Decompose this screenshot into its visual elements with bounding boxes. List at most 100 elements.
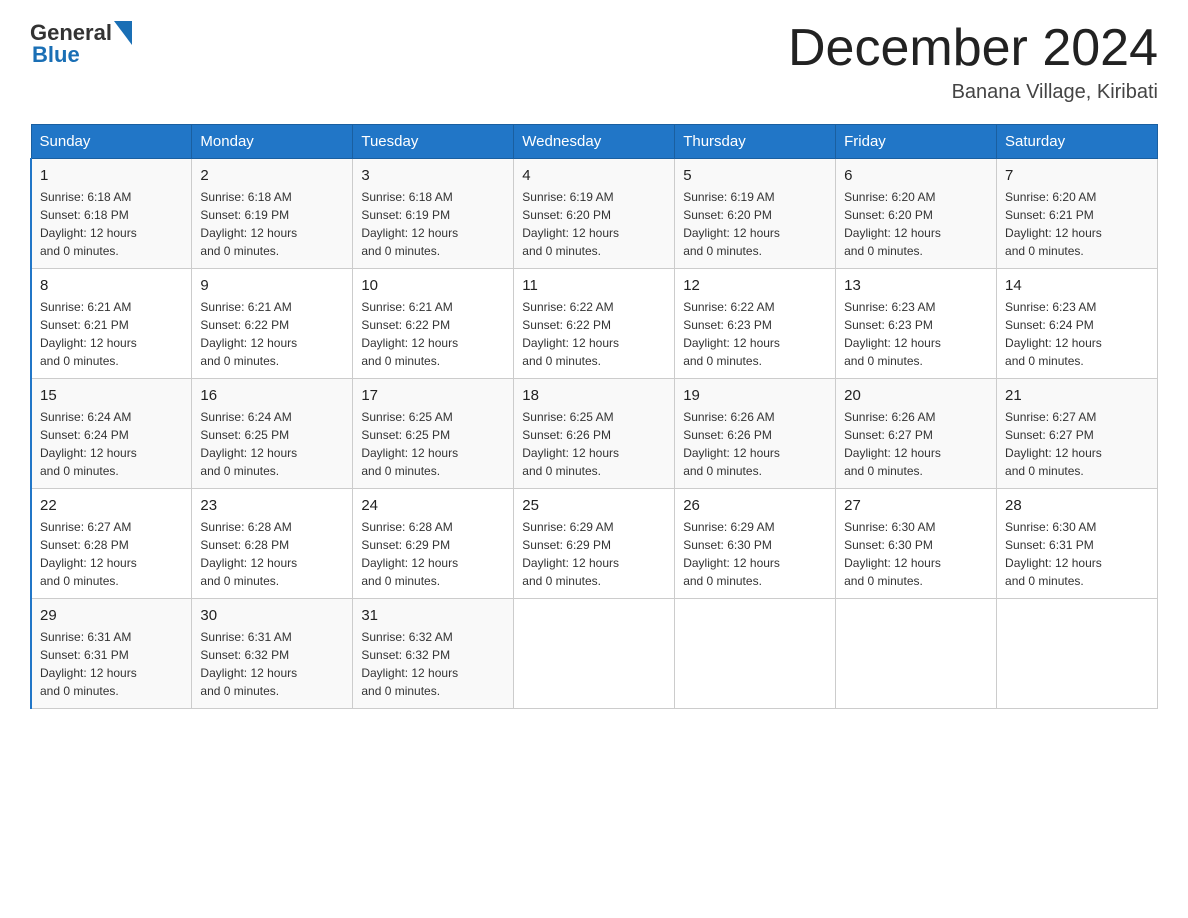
- day-info: Sunrise: 6:19 AMSunset: 6:20 PMDaylight:…: [683, 190, 780, 258]
- day-number: 9: [200, 277, 344, 294]
- day-number: 6: [844, 167, 988, 184]
- calendar-cell: 27 Sunrise: 6:30 AMSunset: 6:30 PMDaylig…: [836, 489, 997, 599]
- location-subtitle: Banana Village, Kiribati: [788, 81, 1158, 104]
- col-tuesday: Tuesday: [353, 125, 514, 159]
- day-info: Sunrise: 6:19 AMSunset: 6:20 PMDaylight:…: [522, 190, 619, 258]
- day-number: 17: [361, 387, 505, 404]
- calendar-cell: 11 Sunrise: 6:22 AMSunset: 6:22 PMDaylig…: [514, 269, 675, 379]
- day-info: Sunrise: 6:23 AMSunset: 6:23 PMDaylight:…: [844, 300, 941, 368]
- calendar-cell: 23 Sunrise: 6:28 AMSunset: 6:28 PMDaylig…: [192, 489, 353, 599]
- calendar-cell: 3 Sunrise: 6:18 AMSunset: 6:19 PMDayligh…: [353, 159, 514, 269]
- calendar-cell: 10 Sunrise: 6:21 AMSunset: 6:22 PMDaylig…: [353, 269, 514, 379]
- calendar-cell: 29 Sunrise: 6:31 AMSunset: 6:31 PMDaylig…: [31, 599, 192, 709]
- day-info: Sunrise: 6:24 AMSunset: 6:25 PMDaylight:…: [200, 410, 297, 478]
- calendar-cell: 8 Sunrise: 6:21 AMSunset: 6:21 PMDayligh…: [31, 269, 192, 379]
- day-info: Sunrise: 6:31 AMSunset: 6:32 PMDaylight:…: [200, 630, 297, 698]
- calendar-cell: 12 Sunrise: 6:22 AMSunset: 6:23 PMDaylig…: [675, 269, 836, 379]
- day-number: 30: [200, 607, 344, 624]
- calendar-cell: 1 Sunrise: 6:18 AMSunset: 6:18 PMDayligh…: [31, 159, 192, 269]
- day-info: Sunrise: 6:25 AMSunset: 6:25 PMDaylight:…: [361, 410, 458, 478]
- calendar-cell: 28 Sunrise: 6:30 AMSunset: 6:31 PMDaylig…: [997, 489, 1158, 599]
- day-number: 27: [844, 497, 988, 514]
- day-number: 22: [40, 497, 183, 514]
- day-info: Sunrise: 6:24 AMSunset: 6:24 PMDaylight:…: [40, 410, 137, 478]
- calendar-cell: 9 Sunrise: 6:21 AMSunset: 6:22 PMDayligh…: [192, 269, 353, 379]
- day-number: 23: [200, 497, 344, 514]
- calendar-cell: 20 Sunrise: 6:26 AMSunset: 6:27 PMDaylig…: [836, 379, 997, 489]
- day-info: Sunrise: 6:18 AMSunset: 6:18 PMDaylight:…: [40, 190, 137, 258]
- day-number: 19: [683, 387, 827, 404]
- day-number: 3: [361, 167, 505, 184]
- day-info: Sunrise: 6:29 AMSunset: 6:29 PMDaylight:…: [522, 520, 619, 588]
- day-number: 15: [40, 387, 183, 404]
- day-number: 2: [200, 167, 344, 184]
- col-monday: Monday: [192, 125, 353, 159]
- day-number: 29: [40, 607, 183, 624]
- col-thursday: Thursday: [675, 125, 836, 159]
- title-block: December 2024 Banana Village, Kiribati: [788, 20, 1158, 104]
- day-number: 14: [1005, 277, 1149, 294]
- day-number: 12: [683, 277, 827, 294]
- day-info: Sunrise: 6:30 AMSunset: 6:30 PMDaylight:…: [844, 520, 941, 588]
- day-info: Sunrise: 6:20 AMSunset: 6:21 PMDaylight:…: [1005, 190, 1102, 258]
- calendar-body: 1 Sunrise: 6:18 AMSunset: 6:18 PMDayligh…: [31, 159, 1158, 709]
- calendar-table: Sunday Monday Tuesday Wednesday Thursday…: [30, 124, 1158, 709]
- day-number: 16: [200, 387, 344, 404]
- calendar-cell: 26 Sunrise: 6:29 AMSunset: 6:30 PMDaylig…: [675, 489, 836, 599]
- calendar-cell: 22 Sunrise: 6:27 AMSunset: 6:28 PMDaylig…: [31, 489, 192, 599]
- calendar-cell: 13 Sunrise: 6:23 AMSunset: 6:23 PMDaylig…: [836, 269, 997, 379]
- day-number: 11: [522, 277, 666, 294]
- calendar-cell: [514, 599, 675, 709]
- day-info: Sunrise: 6:27 AMSunset: 6:28 PMDaylight:…: [40, 520, 137, 588]
- day-info: Sunrise: 6:30 AMSunset: 6:31 PMDaylight:…: [1005, 520, 1102, 588]
- calendar-row-5: 29 Sunrise: 6:31 AMSunset: 6:31 PMDaylig…: [31, 599, 1158, 709]
- col-friday: Friday: [836, 125, 997, 159]
- calendar-cell: 19 Sunrise: 6:26 AMSunset: 6:26 PMDaylig…: [675, 379, 836, 489]
- month-title: December 2024: [788, 20, 1158, 77]
- calendar-cell: 14 Sunrise: 6:23 AMSunset: 6:24 PMDaylig…: [997, 269, 1158, 379]
- day-info: Sunrise: 6:26 AMSunset: 6:26 PMDaylight:…: [683, 410, 780, 478]
- calendar-cell: 16 Sunrise: 6:24 AMSunset: 6:25 PMDaylig…: [192, 379, 353, 489]
- calendar-cell: 17 Sunrise: 6:25 AMSunset: 6:25 PMDaylig…: [353, 379, 514, 489]
- day-number: 10: [361, 277, 505, 294]
- page-header: General Blue December 2024 Banana Villag…: [30, 20, 1158, 104]
- calendar-cell: 6 Sunrise: 6:20 AMSunset: 6:20 PMDayligh…: [836, 159, 997, 269]
- day-number: 26: [683, 497, 827, 514]
- col-wednesday: Wednesday: [514, 125, 675, 159]
- day-info: Sunrise: 6:28 AMSunset: 6:29 PMDaylight:…: [361, 520, 458, 588]
- day-info: Sunrise: 6:21 AMSunset: 6:22 PMDaylight:…: [200, 300, 297, 368]
- day-number: 20: [844, 387, 988, 404]
- day-info: Sunrise: 6:18 AMSunset: 6:19 PMDaylight:…: [200, 190, 297, 258]
- day-info: Sunrise: 6:28 AMSunset: 6:28 PMDaylight:…: [200, 520, 297, 588]
- calendar-cell: 7 Sunrise: 6:20 AMSunset: 6:21 PMDayligh…: [997, 159, 1158, 269]
- calendar-row-1: 1 Sunrise: 6:18 AMSunset: 6:18 PMDayligh…: [31, 159, 1158, 269]
- logo: General Blue: [30, 20, 132, 68]
- calendar-cell: 2 Sunrise: 6:18 AMSunset: 6:19 PMDayligh…: [192, 159, 353, 269]
- day-info: Sunrise: 6:32 AMSunset: 6:32 PMDaylight:…: [361, 630, 458, 698]
- day-number: 13: [844, 277, 988, 294]
- calendar-cell: 31 Sunrise: 6:32 AMSunset: 6:32 PMDaylig…: [353, 599, 514, 709]
- calendar-cell: 30 Sunrise: 6:31 AMSunset: 6:32 PMDaylig…: [192, 599, 353, 709]
- day-info: Sunrise: 6:29 AMSunset: 6:30 PMDaylight:…: [683, 520, 780, 588]
- day-number: 31: [361, 607, 505, 624]
- calendar-cell: [997, 599, 1158, 709]
- calendar-row-3: 15 Sunrise: 6:24 AMSunset: 6:24 PMDaylig…: [31, 379, 1158, 489]
- day-number: 7: [1005, 167, 1149, 184]
- calendar-cell: 25 Sunrise: 6:29 AMSunset: 6:29 PMDaylig…: [514, 489, 675, 599]
- day-info: Sunrise: 6:26 AMSunset: 6:27 PMDaylight:…: [844, 410, 941, 478]
- logo-blue-text: Blue: [30, 42, 132, 68]
- day-number: 18: [522, 387, 666, 404]
- day-info: Sunrise: 6:31 AMSunset: 6:31 PMDaylight:…: [40, 630, 137, 698]
- calendar-cell: 18 Sunrise: 6:25 AMSunset: 6:26 PMDaylig…: [514, 379, 675, 489]
- calendar-cell: 15 Sunrise: 6:24 AMSunset: 6:24 PMDaylig…: [31, 379, 192, 489]
- day-info: Sunrise: 6:23 AMSunset: 6:24 PMDaylight:…: [1005, 300, 1102, 368]
- col-sunday: Sunday: [31, 125, 192, 159]
- logo-wrapper: General Blue: [30, 20, 132, 68]
- day-info: Sunrise: 6:25 AMSunset: 6:26 PMDaylight:…: [522, 410, 619, 478]
- day-info: Sunrise: 6:22 AMSunset: 6:22 PMDaylight:…: [522, 300, 619, 368]
- day-number: 8: [40, 277, 183, 294]
- day-info: Sunrise: 6:27 AMSunset: 6:27 PMDaylight:…: [1005, 410, 1102, 478]
- calendar-cell: 4 Sunrise: 6:19 AMSunset: 6:20 PMDayligh…: [514, 159, 675, 269]
- day-info: Sunrise: 6:21 AMSunset: 6:22 PMDaylight:…: [361, 300, 458, 368]
- col-saturday: Saturday: [997, 125, 1158, 159]
